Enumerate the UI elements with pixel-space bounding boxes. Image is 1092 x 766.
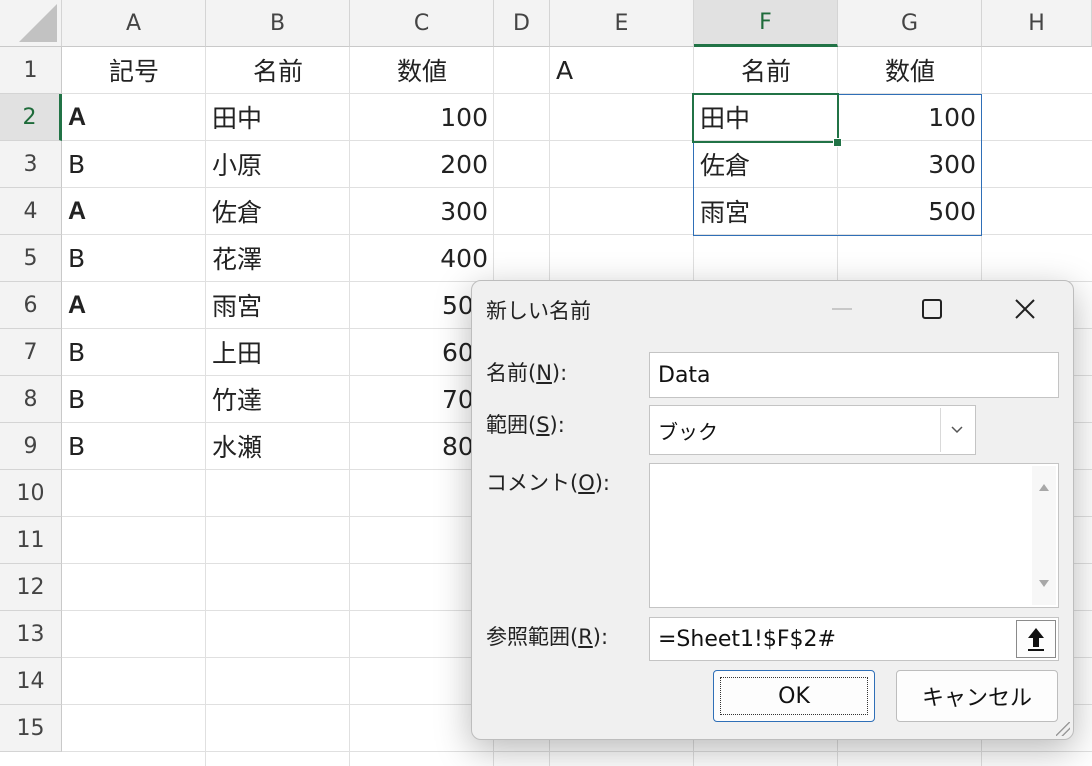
new-name-dialog: 新しい名前 名前(N): Data 範囲(S): ブック コメント(O): 参照… [471,280,1074,740]
cell-b9[interactable]: 水瀬 [206,423,350,469]
comment-label: コメント(O): [486,471,611,495]
collapse-dialog-button[interactable] [1016,620,1056,658]
close-icon [1015,299,1035,319]
row-header-2[interactable]: 2 [0,94,62,141]
column-header-f[interactable]: F [694,0,838,47]
scope-select[interactable]: ブック [649,405,976,455]
column-header-g[interactable]: G [838,0,982,47]
cell-b8[interactable]: 竹達 [206,376,350,422]
comment-scrollbar[interactable] [1032,466,1056,605]
maximize-icon [922,299,942,319]
select-all-corner[interactable] [0,0,62,47]
row-header-4[interactable]: 4 [0,188,62,235]
scope-label: 範囲(S): [486,413,565,437]
ok-button[interactable]: OK [713,670,875,722]
cell-a2[interactable]: A [62,94,206,140]
cell-a1[interactable]: 記号 [62,47,206,93]
column-header-b[interactable]: B [206,0,350,47]
cell-b4[interactable]: 佐倉 [206,188,350,234]
cancel-button[interactable]: キャンセル [896,670,1058,722]
cell-b7[interactable]: 上田 [206,329,350,375]
column-header-c[interactable]: C [350,0,494,47]
dialog-titlebar[interactable]: 新しい名前 [472,281,1073,337]
resize-grip-icon[interactable] [1056,722,1070,736]
chevron-down-icon [951,426,963,434]
scope-dropdown-button[interactable] [940,408,973,452]
row-header-11[interactable]: 11 [0,517,62,564]
cell-c1[interactable]: 数値 [350,47,494,93]
maximize-button[interactable] [902,287,962,331]
refers-to-value: =Sheet1!$F$2# [658,626,836,652]
dialog-title: 新しい名前 [486,299,591,323]
cell-b3[interactable]: 小原 [206,141,350,187]
scroll-down-arrow-icon[interactable] [1039,580,1049,587]
row-header-9[interactable]: 9 [0,423,62,470]
cell-b2[interactable]: 田中 [206,94,350,140]
row-header-3[interactable]: 3 [0,141,62,188]
scroll-up-arrow-icon[interactable] [1039,484,1049,491]
arrow-up-icon [1028,628,1044,651]
row-header-10[interactable]: 10 [0,470,62,517]
close-button[interactable] [995,287,1055,331]
cell-a7[interactable]: B [62,329,206,375]
row-header-1[interactable]: 1 [0,47,62,94]
cell-a6[interactable]: A [62,282,206,328]
column-header-d[interactable]: D [494,0,550,47]
column-header-a[interactable]: A [62,0,206,47]
cell-c3[interactable]: 200 [350,141,494,187]
cell-f1[interactable]: 名前 [694,47,838,93]
cell-c5[interactable]: 400 [350,235,494,281]
row-header-15[interactable]: 15 [0,705,62,752]
cell-b1[interactable]: 名前 [206,47,350,93]
refers-to-label: 参照範囲(R): [486,625,609,649]
row-header-13[interactable]: 13 [0,611,62,658]
cell-a3[interactable]: B [62,141,206,187]
minimize-icon [832,308,852,310]
cell-b5[interactable]: 花澤 [206,235,350,281]
comment-textarea[interactable] [649,463,1059,608]
name-input-value: Data [658,362,711,388]
row-header-5[interactable]: 5 [0,235,62,282]
row-header-6[interactable]: 6 [0,282,62,329]
cell-a4[interactable]: A [62,188,206,234]
cell-c2[interactable]: 100 [350,94,494,140]
active-cell-cursor [692,93,839,143]
row-header-14[interactable]: 14 [0,658,62,705]
name-input[interactable]: Data [649,352,1059,398]
row-header-12[interactable]: 12 [0,564,62,611]
scope-select-value: ブック [658,419,718,444]
cell-g1[interactable]: 数値 [838,47,982,93]
column-header-e[interactable]: E [550,0,694,47]
fill-handle[interactable] [833,138,842,147]
name-label: 名前(N): [486,361,568,385]
row-header-8[interactable]: 8 [0,376,62,423]
cell-a8[interactable]: B [62,376,206,422]
cell-a9[interactable]: B [62,423,206,469]
cell-a5[interactable]: B [62,235,206,281]
refers-to-input[interactable]: =Sheet1!$F$2# [649,617,1059,661]
minimize-button[interactable] [812,287,872,331]
cell-e1[interactable]: A [550,47,694,93]
row-header-7[interactable]: 7 [0,329,62,376]
cell-c4[interactable]: 300 [350,188,494,234]
column-header-h[interactable]: H [982,0,1092,47]
cell-b6[interactable]: 雨宮 [206,282,350,328]
